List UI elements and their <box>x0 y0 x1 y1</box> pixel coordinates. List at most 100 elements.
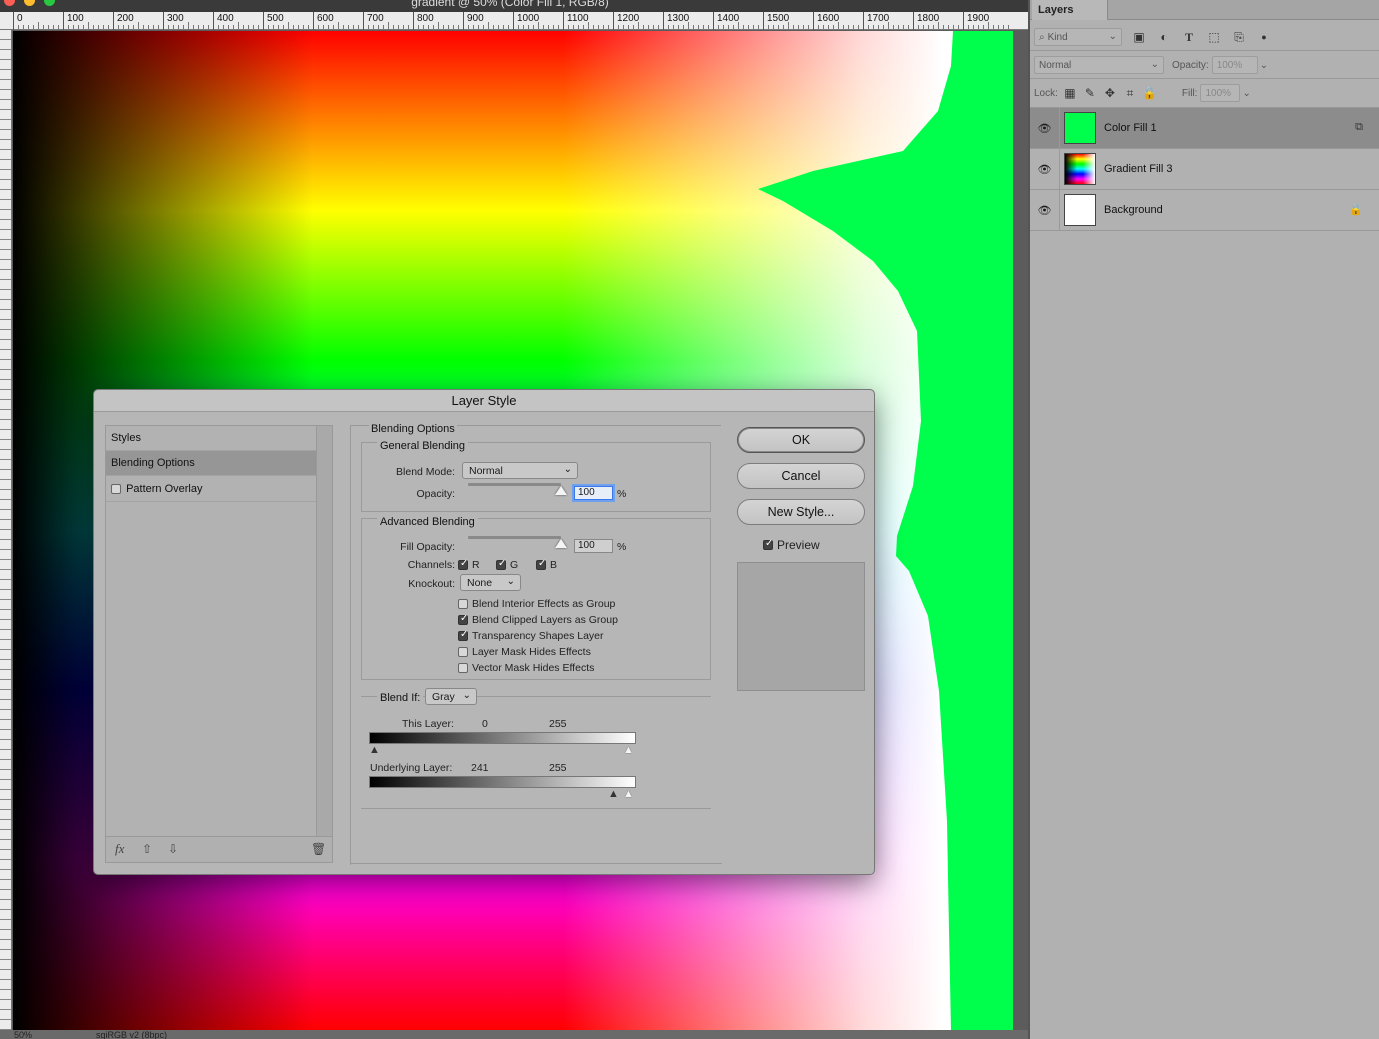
opacity-input[interactable]: 100 <box>574 486 613 500</box>
blend-interior-effects-checkbox[interactable]: Blend Interior Effects as Group <box>458 598 615 610</box>
pattern-overlay-checkbox[interactable] <box>111 484 121 495</box>
filter-toggle-icon[interactable]: ● <box>1256 29 1272 45</box>
ruler-minor-tick <box>773 25 774 29</box>
channel-r-checkbox[interactable]: R <box>458 558 480 571</box>
option-box[interactable] <box>458 613 468 625</box>
shape-filter-icon[interactable]: ⬚ <box>1206 29 1222 45</box>
style-item-blending-options[interactable]: Blending Options <box>106 451 316 476</box>
opacity-slider[interactable] <box>468 483 561 486</box>
zoom-level[interactable]: 50% <box>14 1030 32 1039</box>
minimize-window-button[interactable] <box>24 0 35 6</box>
underlying-white-slider[interactable]: ▲ <box>623 789 634 800</box>
ok-button[interactable]: OK <box>737 427 865 453</box>
opacity-slider-knob[interactable] <box>555 486 567 495</box>
channel-b-box[interactable] <box>536 558 546 570</box>
vector-mask-hides-checkbox[interactable]: Vector Mask Hides Effects <box>458 662 594 674</box>
option-box[interactable] <box>458 663 468 673</box>
channel-b-checkbox[interactable]: B <box>536 558 557 571</box>
ruler-minor-tick <box>173 25 174 29</box>
ruler-minor-tick <box>778 25 779 29</box>
style-item-pattern-overlay[interactable]: Pattern Overlay <box>106 477 316 502</box>
chevron-down-icon[interactable]: ⌄ <box>1242 88 1250 99</box>
adjustment-filter-icon[interactable]: ◐ <box>1156 29 1172 45</box>
ruler-minor-tick <box>708 25 709 29</box>
ruler-minor-tick <box>533 25 534 29</box>
layer-row-color-fill-1[interactable]: 👁 Color Fill 1 ⧉ <box>1030 107 1379 149</box>
channel-g-box[interactable] <box>496 558 506 570</box>
this-layer-black-slider[interactable]: ▲ <box>369 745 380 756</box>
filter-kind-dropdown[interactable]: ⌕ Kind ⌄ <box>1034 28 1122 46</box>
layer-blend-mode-dropdown[interactable]: Normal ⌄ <box>1034 56 1164 74</box>
layer-thumbnail[interactable] <box>1064 194 1096 226</box>
knockout-dropdown[interactable]: None ⌄ <box>460 574 521 591</box>
layer-fill-field[interactable]: 100% <box>1200 84 1241 102</box>
tab-layers[interactable]: Layers <box>1032 0 1108 20</box>
channel-g-checkbox[interactable]: G <box>496 558 518 571</box>
ruler-minor-tick <box>868 25 869 29</box>
ruler-minor-tick <box>648 25 649 29</box>
layer-name[interactable]: Color Fill 1 <box>1104 122 1157 134</box>
fill-opacity-slider-knob[interactable] <box>555 539 567 548</box>
color-profile-info[interactable]: sgiRGB v2 (8bpc) <box>96 1030 167 1039</box>
new-style-button[interactable]: New Style... <box>737 499 865 525</box>
ruler-minor-tick <box>303 25 304 29</box>
move-down-icon[interactable]: ⇩ <box>168 842 178 856</box>
lock-artboard-icon[interactable]: ⌗ <box>1122 85 1138 101</box>
blend-if-dropdown[interactable]: Gray ⌄ <box>425 688 477 705</box>
lock-position-icon[interactable]: ✥ <box>1102 85 1118 101</box>
this-layer-low-value: 0 <box>482 718 488 730</box>
option-box[interactable] <box>458 599 468 609</box>
this-layer-white-slider[interactable]: ▲ <box>623 745 634 756</box>
transparency-shapes-checkbox[interactable]: Transparency Shapes Layer <box>458 629 604 642</box>
lock-all-icon[interactable]: 🔒 <box>1142 85 1158 101</box>
close-window-button[interactable] <box>4 0 15 6</box>
layer-opacity-field[interactable]: 100% <box>1211 56 1258 74</box>
layer-row-gradient-fill-3[interactable]: 👁 Gradient Fill 3 <box>1030 148 1379 190</box>
ruler-minor-tick <box>198 25 199 29</box>
option-box[interactable] <box>458 629 468 641</box>
type-filter-icon[interactable]: T <box>1181 29 1197 45</box>
ruler-minor-tick <box>723 25 724 29</box>
trash-icon[interactable]: 🗑 <box>311 842 326 856</box>
ruler-minor-tick <box>768 25 769 29</box>
ruler-minor-tick <box>573 25 574 29</box>
lock-transparent-icon[interactable]: ▦ <box>1062 85 1078 101</box>
layer-row-background[interactable]: 👁 Background 🔒 <box>1030 189 1379 231</box>
preview-checkbox[interactable]: Preview <box>763 538 820 552</box>
chevron-down-icon[interactable]: ⌄ <box>1260 60 1268 71</box>
cancel-button[interactable]: Cancel <box>737 463 865 489</box>
eye-icon[interactable]: 👁 <box>1030 107 1060 149</box>
layer-name[interactable]: Background <box>1104 204 1163 216</box>
option-box[interactable] <box>458 647 468 657</box>
eye-icon[interactable]: 👁 <box>1030 189 1060 231</box>
eye-icon[interactable]: 👁 <box>1030 148 1060 190</box>
ruler-minor-tick <box>183 25 184 29</box>
blend-clipped-layers-checkbox[interactable]: Blend Clipped Layers as Group <box>458 613 618 626</box>
layer-thumbnail[interactable] <box>1064 112 1096 144</box>
styles-header[interactable]: Styles <box>106 426 316 451</box>
status-bar: 50% sgiRGB v2 (8bpc) <box>0 1030 1028 1039</box>
fill-opacity-input[interactable]: 100 <box>574 539 613 553</box>
ruler-minor-tick <box>398 25 399 29</box>
fx-icon[interactable]: fx <box>115 841 124 857</box>
smart-object-filter-icon[interactable]: ⎘ <box>1231 29 1247 45</box>
image-filter-icon[interactable]: ▣ <box>1131 29 1147 45</box>
blend-mode-dropdown[interactable]: Normal ⌄ <box>462 462 578 479</box>
ruler-minor-tick <box>643 25 644 29</box>
preview-checkbox-box[interactable] <box>763 538 773 550</box>
styles-scrollbar[interactable] <box>316 426 332 838</box>
move-up-icon[interactable]: ⇧ <box>142 842 152 856</box>
ruler-minor-tick <box>968 25 969 29</box>
ruler-minor-tick <box>298 25 299 29</box>
channel-r-box[interactable] <box>458 558 468 570</box>
lock-paint-icon[interactable]: ✎ <box>1082 85 1098 101</box>
layer-mask-hides-checkbox[interactable]: Layer Mask Hides Effects <box>458 646 591 658</box>
underlying-black-slider[interactable]: ▲ <box>608 789 619 800</box>
vertical-ruler[interactable] <box>0 30 12 1030</box>
layer-thumbnail[interactable] <box>1064 153 1096 185</box>
filter-kind-value: Kind <box>1047 31 1068 43</box>
horizontal-ruler[interactable]: 0 100 200 300 400 500 600 700 800 900 1000 1100 1200… <box>0 12 1028 30</box>
fill-opacity-slider[interactable] <box>468 536 561 539</box>
zoom-window-button[interactable] <box>44 0 55 6</box>
layer-name[interactable]: Gradient Fill 3 <box>1104 163 1172 175</box>
